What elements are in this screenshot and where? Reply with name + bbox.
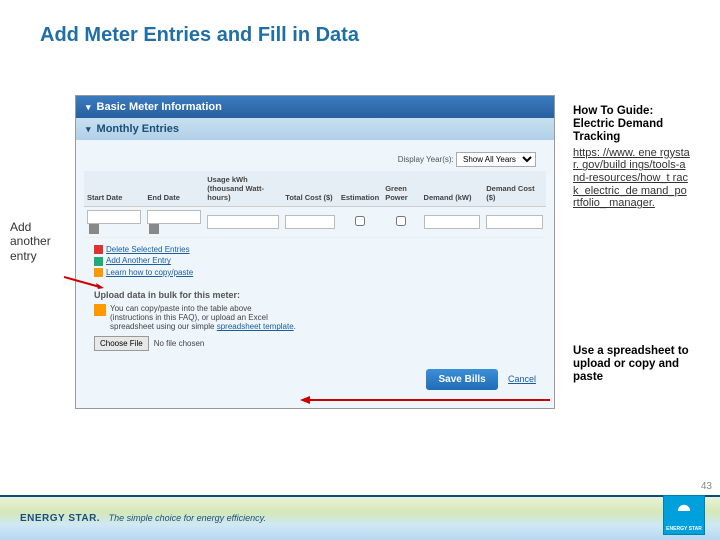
left-annotation: Add another entry <box>0 95 75 409</box>
main-content: Add another entry ▾ Basic Meter Informat… <box>0 95 720 409</box>
display-year-select[interactable]: Show All Years <box>456 152 536 167</box>
file-upload-row: Choose File No file chosen <box>94 336 536 351</box>
entries-table: Start Date End Date Usage kWh (thousand … <box>84 171 546 238</box>
bulk-upload-section: Upload data in bulk for this meter: You … <box>84 284 546 363</box>
chevron-down-icon: ▾ <box>86 124 91 135</box>
bulk-title: Upload data in bulk for this meter: <box>94 290 536 300</box>
panel-basic-meter[interactable]: ▾ Basic Meter Information <box>76 96 554 118</box>
bulk-tip: You can copy/paste into the table above … <box>94 304 536 331</box>
calendar-icon[interactable] <box>89 224 99 234</box>
x-icon <box>94 245 103 254</box>
choose-file-button[interactable]: Choose File <box>94 336 149 351</box>
meter-body: Display Year(s): Show All Years Start Da… <box>76 140 554 408</box>
spreadsheet-note: Use a spreadsheet to upload or copy and … <box>573 345 690 385</box>
learn-copy-paste-link[interactable]: Learn how to copy/paste <box>94 268 536 277</box>
footer-bar: ENERGY STAR. The simple choice for energ… <box>0 495 720 540</box>
display-year-label: Display Year(s): <box>398 155 454 164</box>
panel-monthly-entries[interactable]: ▾ Monthly Entries <box>76 118 554 140</box>
demand-input[interactable] <box>424 215 481 229</box>
col-estimation: Estimation <box>338 171 382 207</box>
app-screenshot: ▾ Basic Meter Information ▾ Monthly Entr… <box>75 95 555 409</box>
energy-star-logo: ENERGY STAR <box>663 495 705 535</box>
annotation-arrow-icon <box>64 275 104 289</box>
table-row <box>84 207 546 238</box>
panel-title: Monthly Entries <box>97 123 180 135</box>
col-demand: Demand (kW) <box>421 171 484 207</box>
chevron-down-icon: ▾ <box>86 102 91 113</box>
page-number: 43 <box>701 481 712 492</box>
spreadsheet-template-link[interactable]: spreadsheet template <box>217 322 294 331</box>
logo-text: ENERGY STAR <box>664 527 704 532</box>
end-date-input[interactable] <box>147 210 201 224</box>
col-usage: Usage kWh (thousand Watt-hours) <box>204 171 282 207</box>
no-file-label: No file chosen <box>154 339 205 348</box>
delete-entries-link[interactable]: Delete Selected Entries <box>94 245 536 254</box>
col-total-cost: Total Cost ($) <box>282 171 338 207</box>
slide-title: Add Meter Entries and Fill in Data <box>0 0 720 47</box>
cost-input[interactable] <box>285 215 335 229</box>
footer-brand: ENERGY STAR. <box>20 513 100 524</box>
panel-title: Basic Meter Information <box>97 101 222 113</box>
tip-icon <box>94 304 106 316</box>
start-date-input[interactable] <box>87 210 141 224</box>
guide-title: How To Guide: Electric Demand Tracking <box>573 105 690 145</box>
estimation-checkbox[interactable] <box>355 216 365 226</box>
annotation-arrow-icon <box>300 395 550 405</box>
add-entry-link[interactable]: Add Another Entry <box>94 256 536 265</box>
entry-links: Delete Selected Entries Add Another Entr… <box>84 238 546 284</box>
plus-icon <box>94 257 103 266</box>
green-power-checkbox[interactable] <box>396 216 406 226</box>
col-demand-cost: Demand Cost ($) <box>483 171 546 207</box>
cancel-link[interactable]: Cancel <box>508 374 536 384</box>
col-start-date: Start Date <box>84 171 144 207</box>
col-green-power: Green Power <box>382 171 420 207</box>
footer-text: ENERGY STAR. The simple choice for energ… <box>20 513 266 524</box>
calendar-icon[interactable] <box>149 224 159 234</box>
save-bills-button[interactable]: Save Bills <box>426 369 497 390</box>
display-year-row: Display Year(s): Show All Years <box>84 148 546 171</box>
col-end-date: End Date <box>144 171 204 207</box>
right-annotation: How To Guide: Electric Demand Tracking h… <box>555 95 705 409</box>
bulk-tip-text: You can copy/paste into the table above … <box>110 304 296 331</box>
usage-input[interactable] <box>207 215 279 229</box>
guide-link[interactable]: https: //www. ene rgystar. gov/build ing… <box>573 147 690 210</box>
table-header-row: Start Date End Date Usage kWh (thousand … <box>84 171 546 207</box>
demand-cost-input[interactable] <box>486 215 543 229</box>
